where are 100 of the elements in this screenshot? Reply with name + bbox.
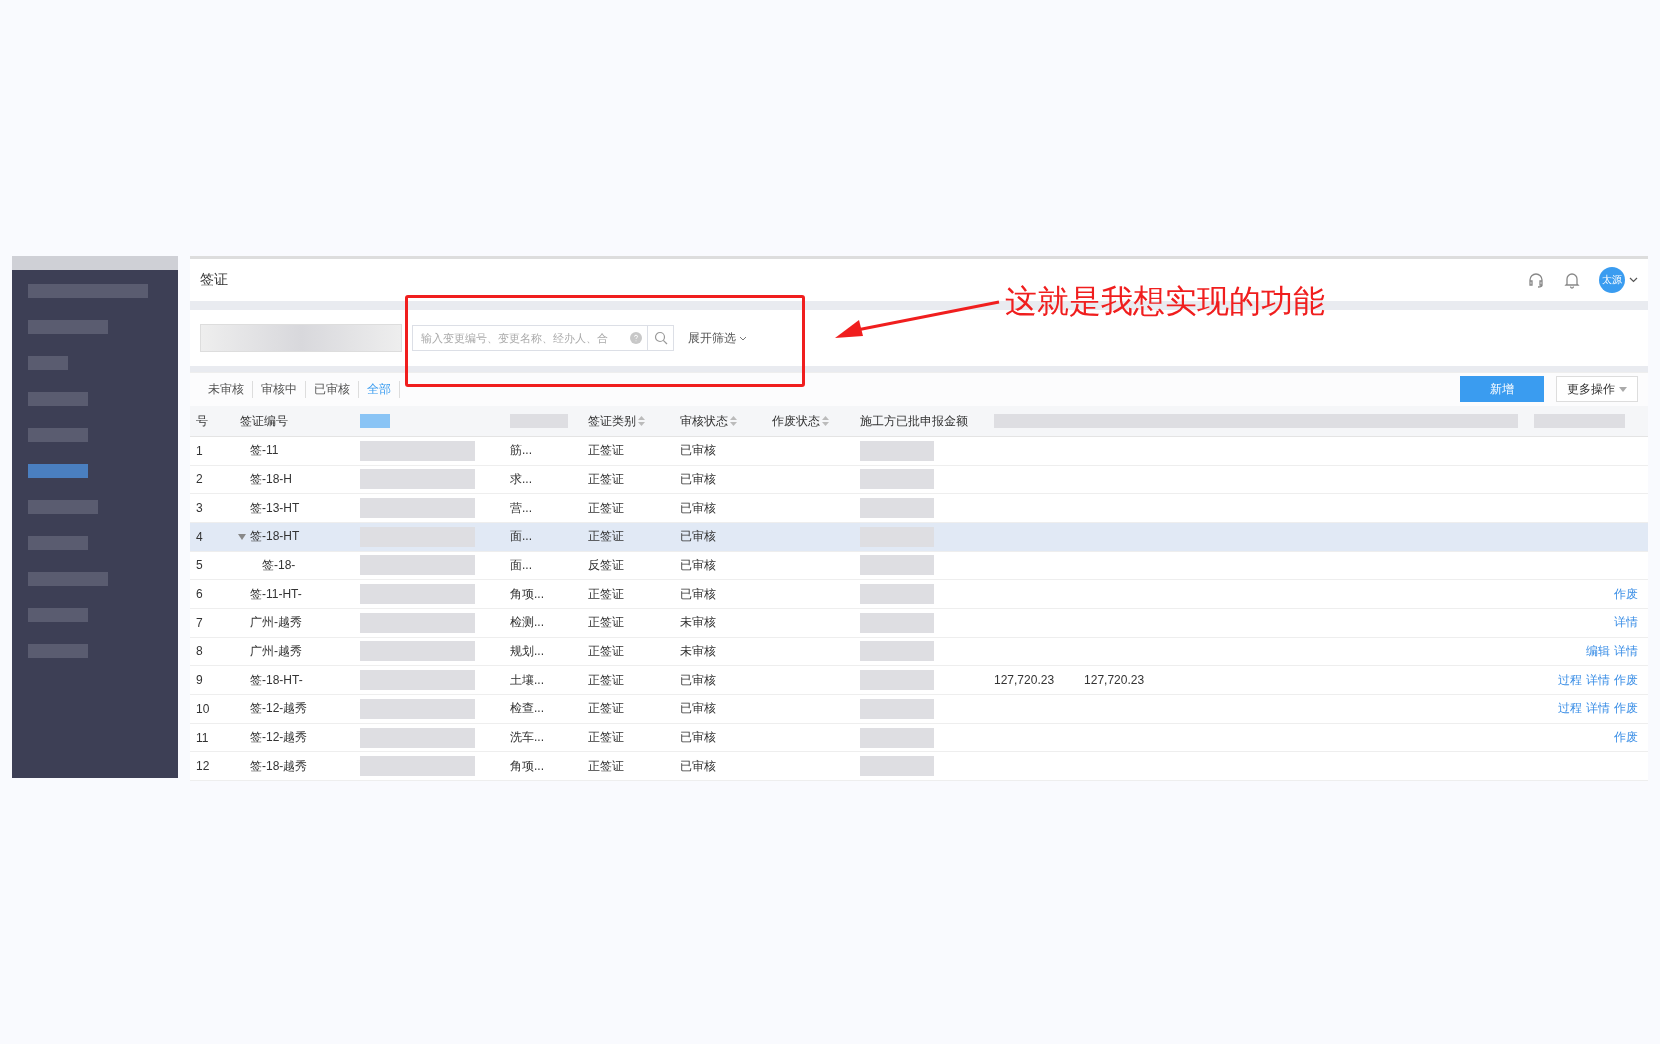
status-tab[interactable]: 未审核: [200, 381, 253, 398]
caret-icon[interactable]: [238, 533, 246, 540]
action-link[interactable]: 作废: [1614, 729, 1638, 746]
table-cell-text: 签-12-越秀: [249, 729, 309, 746]
caret-down-icon: [1619, 387, 1627, 392]
table-cell-text: 签-12-越秀: [249, 700, 309, 718]
column-header: 施工方已批申报金额: [859, 412, 969, 430]
action-link[interactable]: 详情: [1586, 671, 1610, 689]
headset-icon[interactable]: [1527, 270, 1545, 289]
table-row[interactable]: 2 签-18-H 求... 正签证 已审核: [190, 465, 1648, 495]
column-header[interactable]: 审核状态: [674, 412, 766, 430]
table-cell-text: 正签证: [587, 528, 625, 546]
table-row[interactable]: 3 签-13-HT 营... 正签证 已审核: [190, 494, 1648, 523]
action-link[interactable]: 编辑: [1586, 643, 1610, 660]
table-cell-text: 签-18-: [261, 556, 297, 574]
table-cell-text: 签-18-越秀: [249, 757, 309, 775]
row-number: 9: [195, 673, 204, 688]
redacted-block: [28, 356, 68, 370]
row-number: 7: [195, 615, 204, 630]
action-link[interactable]: 详情: [1614, 614, 1638, 632]
table-cell-text: 未审核: [679, 614, 717, 632]
table-cell-text: 土壤...: [509, 671, 545, 689]
expand-filter-button[interactable]: 展开筛选: [688, 329, 747, 347]
action-link[interactable]: 详情: [1586, 700, 1610, 718]
status-tab[interactable]: 审核中: [253, 381, 306, 398]
row-number: 10: [195, 701, 211, 716]
action-link[interactable]: 作废: [1614, 585, 1638, 603]
action-link[interactable]: 详情: [1614, 643, 1638, 660]
table-cell-text: 已审核: [679, 585, 717, 603]
table-cell-text: 未审核: [679, 643, 717, 660]
table-cell-text: 签-18-HT-: [249, 671, 304, 689]
table-cell-text: 反签证: [587, 556, 625, 574]
table-cell-text: 检查...: [509, 700, 545, 718]
table-cell-text: 已审核: [679, 528, 717, 546]
redacted-block: [28, 500, 98, 514]
table-row[interactable]: 12 签-18-越秀 角项... 正签证 已审核: [190, 752, 1648, 781]
table-row[interactable]: 11 签-12-越秀 洗车... 正签证 已审核 作废: [190, 723, 1648, 753]
table-cell-text: 正签证: [587, 585, 625, 603]
redacted-block: [28, 464, 88, 478]
column-header[interactable]: 签证类别: [582, 412, 674, 430]
row-number: 6: [195, 587, 204, 602]
chevron-down-icon: [739, 335, 747, 341]
table-cell-text: 签-18-H: [249, 470, 293, 488]
bell-icon[interactable]: [1563, 270, 1581, 289]
search-icon: [653, 331, 668, 346]
row-number: 3: [195, 501, 204, 516]
table-cell-text: 面...: [509, 528, 533, 546]
status-tab[interactable]: 已审核: [306, 381, 359, 398]
search-field[interactable]: 输入变更编号、变更名称、经办人、合: [412, 325, 648, 352]
help-icon[interactable]: [630, 332, 642, 345]
row-number: 1: [195, 443, 204, 458]
column-header: 签证编号: [239, 412, 289, 430]
table-cell-text: 已审核: [679, 729, 717, 746]
table-cell-text: 正签证: [587, 757, 625, 775]
table-cell-text: 签-11-HT-: [249, 585, 303, 603]
table-cell-text: 角项...: [509, 585, 545, 603]
redacted-block: [28, 392, 88, 406]
sort-icon[interactable]: [822, 416, 829, 427]
table-cell-text: 检测...: [509, 614, 545, 632]
table-cell-text: 求...: [509, 470, 533, 488]
action-link[interactable]: 作废: [1614, 700, 1638, 718]
table-row[interactable]: 9 签-18-HT- 土壤... 正签证 已审核 127,720.23 127,720.23 过程 详情 作废: [190, 666, 1648, 695]
table-cell-text: 签-11: [249, 442, 280, 460]
table-cell-text: 角项...: [509, 757, 545, 775]
table-row[interactable]: 5 签-18- 面... 反签证 已审核: [190, 551, 1648, 581]
table-row[interactable]: 8 广州-越秀 规划... 正签证 未审核 编辑 详情: [190, 637, 1648, 667]
redacted-block: [28, 536, 88, 550]
table-cell-text: 洗车...: [509, 729, 545, 746]
row-number: 4: [195, 529, 204, 544]
sort-icon[interactable]: [638, 416, 645, 427]
table-row[interactable]: 4 签-18-HT 面... 正签证 已审核: [190, 522, 1648, 552]
amount-text: 127,720.23: [994, 673, 1055, 688]
table-cell-text: 营...: [509, 499, 533, 517]
more-actions-button[interactable]: 更多操作: [1556, 376, 1638, 403]
redacted-block: [28, 608, 88, 622]
chevron-down-icon[interactable]: [1629, 276, 1638, 283]
page-title: 签证: [200, 270, 228, 289]
table-row[interactable]: 10 签-12-越秀 检查... 正签证 已审核 过程 详情 作废: [190, 695, 1648, 724]
action-link[interactable]: 作废: [1614, 671, 1638, 689]
annotation-text: 这就是我想实现的功能: [1005, 282, 1325, 321]
table-cell-text: 正签证: [587, 470, 625, 488]
search-button[interactable]: [648, 325, 674, 352]
action-link[interactable]: 过程: [1558, 700, 1582, 718]
table-cell-text: 正签证: [587, 499, 625, 517]
redacted-block: [360, 414, 390, 429]
redacted-block: [510, 414, 568, 429]
row-number: 11: [195, 730, 210, 745]
table-cell-text: 正签证: [587, 729, 625, 746]
row-number: 8: [195, 644, 204, 659]
action-link[interactable]: 过程: [1558, 671, 1582, 689]
table-cell-text: 正签证: [587, 614, 625, 632]
sort-icon[interactable]: [730, 416, 737, 427]
table-cell-text: 正签证: [587, 700, 625, 718]
table-cell-text: 正签证: [587, 442, 625, 460]
table-cell-text: 已审核: [679, 757, 717, 775]
column-header[interactable]: 作废状态: [766, 412, 854, 430]
table-cell-text: 正签证: [587, 643, 625, 660]
table-row[interactable]: 7 广州-越秀 检测... 正签证 未审核 详情: [190, 609, 1648, 638]
table-row[interactable]: 6 签-11-HT- 角项... 正签证 已审核 作废: [190, 580, 1648, 609]
table-row[interactable]: 1 签-11 筋... 正签证 已审核: [190, 436, 1648, 466]
